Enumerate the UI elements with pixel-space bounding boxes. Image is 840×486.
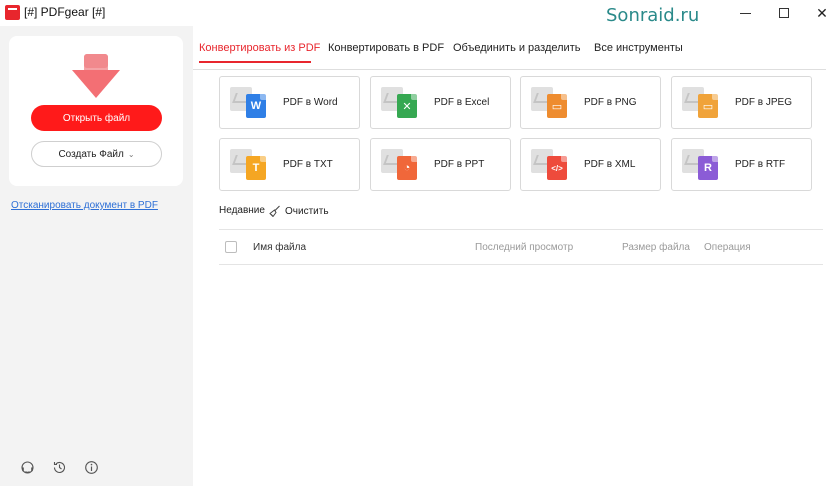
recent-label: Недавние	[219, 205, 265, 216]
sidebar-footer	[20, 460, 99, 475]
info-icon[interactable]	[84, 460, 99, 475]
column-last-viewed[interactable]: Последний просмотр	[475, 242, 573, 253]
tab-convert-to-pdf[interactable]: Конвертировать в PDF	[328, 42, 444, 54]
tab-all-tools[interactable]: Все инструменты	[594, 42, 683, 54]
tool-pdf-to-ppt[interactable]: ◔ PDF в PPT	[370, 138, 511, 191]
column-operation: Операция	[704, 242, 751, 253]
tool-label: PDF в JPEG	[735, 97, 792, 108]
word-icon: W	[246, 94, 266, 118]
create-file-button[interactable]: Создать Файл ⌄	[31, 141, 162, 167]
tool-pdf-to-png[interactable]: ▭ PDF в PNG	[520, 76, 661, 129]
close-button[interactable]: ✕	[802, 0, 840, 26]
minimize-icon	[739, 12, 751, 14]
active-tab-indicator	[199, 61, 311, 63]
history-icon[interactable]	[52, 460, 67, 475]
tab-bar: Конвертировать из PDF Конвертировать в P…	[193, 26, 826, 70]
tool-pdf-to-xml[interactable]: </> PDF в XML	[520, 138, 661, 191]
rtf-icon: R	[698, 156, 718, 180]
tool-pdf-to-jpeg[interactable]: ▭ PDF в JPEG	[671, 76, 812, 129]
tab-merge-split[interactable]: Объединить и разделить	[453, 42, 580, 54]
clear-recent-button[interactable]: Очистить	[268, 205, 329, 217]
recent-table-header: Имя файла Последний просмотр Размер файл…	[219, 231, 823, 265]
ppt-icon: ◔	[397, 156, 417, 180]
app-logo-icon	[5, 5, 20, 20]
watermark: Sonraid.ru	[606, 5, 700, 26]
support-icon[interactable]	[20, 460, 35, 475]
tab-convert-from-pdf[interactable]: Конвертировать из PDF	[199, 42, 320, 54]
png-icon: ▭	[547, 94, 567, 118]
maximize-button[interactable]	[764, 0, 804, 26]
open-file-button[interactable]: Открыть файл	[31, 105, 162, 131]
select-all-checkbox[interactable]	[225, 241, 237, 253]
clear-label: Очистить	[285, 205, 329, 217]
broom-icon	[269, 205, 280, 217]
create-file-label: Создать Файл	[58, 148, 124, 160]
column-file-size[interactable]: Размер файла	[622, 242, 690, 253]
xml-icon: </>	[547, 156, 567, 180]
tool-pdf-to-word[interactable]: W PDF в Word	[219, 76, 360, 129]
minimize-button[interactable]	[725, 0, 765, 26]
tool-pdf-to-excel[interactable]: ✕ PDF в Excel	[370, 76, 511, 129]
tool-label: PDF в RTF	[735, 159, 786, 170]
chevron-down-icon: ⌄	[127, 149, 135, 159]
tool-pdf-to-rtf[interactable]: R PDF в RTF	[671, 138, 812, 191]
tool-pdf-to-txt[interactable]: T PDF в TXT	[219, 138, 360, 191]
tool-label: PDF в Word	[283, 97, 338, 108]
column-file-name[interactable]: Имя файла	[253, 242, 306, 253]
download-arrow-icon	[72, 54, 120, 98]
maximize-icon	[779, 8, 789, 18]
scan-to-pdf-link[interactable]: Отсканировать документ в PDF	[11, 200, 158, 211]
divider	[219, 229, 823, 230]
jpeg-icon: ▭	[698, 94, 718, 118]
title-bar: [#] PDFgear [#] Sonraid.ru ✕	[0, 0, 840, 26]
window-title: [#] PDFgear [#]	[24, 5, 106, 19]
tool-label: PDF в PNG	[584, 97, 637, 108]
txt-icon: T	[246, 156, 266, 180]
tool-label: PDF в PPT	[434, 159, 485, 170]
tool-label: PDF в Excel	[434, 97, 490, 108]
tool-label: PDF в XML	[584, 159, 636, 170]
excel-icon: ✕	[397, 94, 417, 118]
sidebar: Открыть файл Создать Файл ⌄ Отсканироват…	[0, 26, 193, 486]
close-icon: ✕	[816, 4, 828, 21]
tool-label: PDF в TXT	[283, 159, 333, 170]
upload-card[interactable]: Открыть файл Создать Файл ⌄	[9, 36, 183, 186]
